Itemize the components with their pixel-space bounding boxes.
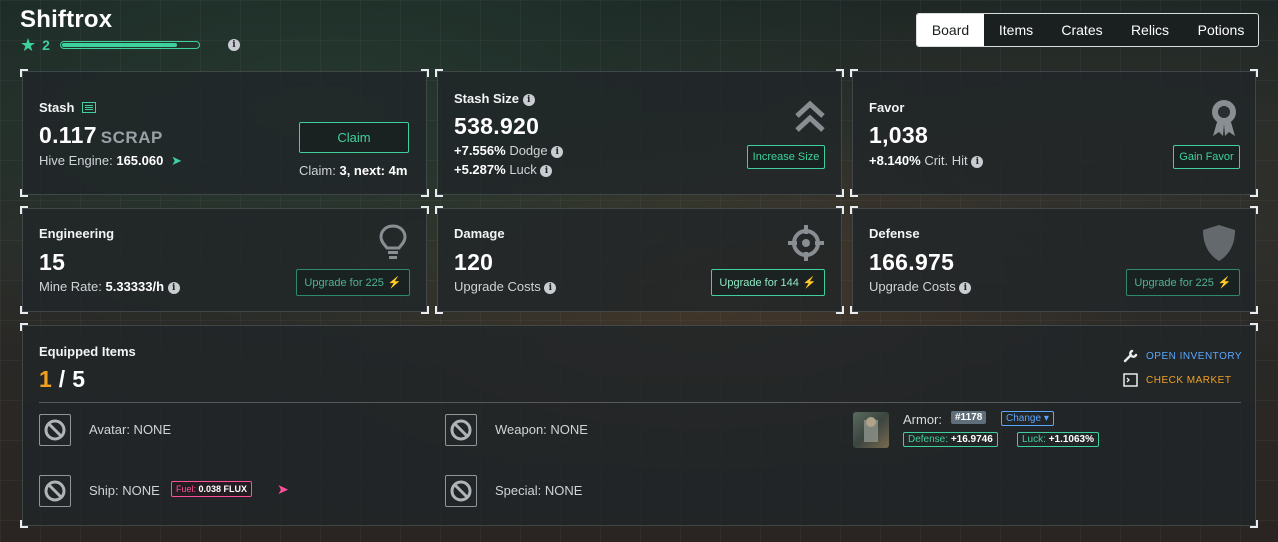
- gain-favor-button[interactable]: Gain Favor: [1173, 145, 1240, 169]
- favor-card: Favor 1,038 +8.140% Crit. Hit i Gain Fav…: [850, 69, 1258, 197]
- info-icon[interactable]: i: [959, 281, 972, 294]
- luck-line: +5.287% Luck i: [454, 162, 553, 177]
- tab-board[interactable]: Board: [917, 14, 984, 46]
- stash-size-card: Stash Size i 538.920 +7.556% Dodge i +5.…: [435, 69, 844, 197]
- mine-rate-line: Mine Rate: 5.33333/h i: [39, 279, 180, 294]
- damage-upgrade-costs: Upgrade Costs i: [454, 279, 557, 294]
- caret-down-icon: ▾: [1043, 413, 1049, 424]
- armor-label: Armor:: [903, 412, 942, 427]
- equipped-count: 1 / 5: [39, 366, 86, 392]
- info-icon[interactable]: i: [227, 39, 240, 51]
- shield-icon: [1203, 225, 1235, 261]
- tab-relics[interactable]: Relics: [1116, 14, 1184, 46]
- tab-crates[interactable]: Crates: [1048, 14, 1116, 46]
- engineering-label: Engineering: [39, 226, 115, 241]
- engineering-card: Engineering 15 Mine Rate: 5.33333/h i Up…: [20, 206, 429, 314]
- armor-id-badge: #1178: [951, 411, 987, 424]
- stash-size-label: Stash Size i: [454, 91, 535, 106]
- increase-size-button[interactable]: Increase Size: [747, 145, 825, 169]
- ship-slot-icon[interactable]: [39, 475, 71, 507]
- favor-value: 1,038: [869, 122, 929, 148]
- tab-items[interactable]: Items: [984, 14, 1048, 46]
- dodge-line: +7.556% Dodge i: [454, 143, 564, 158]
- hive-engine-line: Hive Engine: 165.060 ➤: [39, 153, 182, 168]
- engineering-value: 15: [39, 249, 66, 275]
- info-icon[interactable]: i: [540, 164, 553, 177]
- upgrade-damage-button[interactable]: Upgrade for 144 ⚡: [711, 269, 825, 296]
- stash-value: 0.117 SCRAP: [39, 122, 163, 148]
- divider: [39, 402, 1241, 403]
- ledger-icon: [82, 102, 97, 113]
- star-icon: ★: [20, 35, 37, 55]
- avatar-slot-icon[interactable]: [39, 414, 71, 446]
- fuel-badge: Fuel: 0.038 FLUX: [171, 481, 253, 497]
- upgrade-defense-button[interactable]: Upgrade for 225 ⚡: [1126, 269, 1240, 296]
- tab-potions[interactable]: Potions: [1184, 14, 1258, 46]
- crosshair-icon: [788, 225, 824, 261]
- flux-icon: ⚡: [802, 277, 817, 289]
- level-row: ★ 2 i: [20, 35, 240, 55]
- special-slot-text: Special: NONE: [495, 483, 583, 498]
- armor-defense-badge: Defense: +16.9746: [903, 432, 998, 447]
- stash-size-value: 538.920: [454, 113, 540, 139]
- ship-slot-text: Ship: NONE: [89, 483, 160, 498]
- defense-value: 166.975: [869, 249, 955, 275]
- armor-thumbnail[interactable]: [853, 412, 889, 448]
- info-icon[interactable]: i: [551, 145, 564, 158]
- award-icon: [1212, 100, 1236, 136]
- upgrade-engineering-button[interactable]: Upgrade for 225 ⚡: [296, 269, 410, 296]
- defense-upgrade-costs: Upgrade Costs i: [869, 279, 972, 294]
- defense-card: Defense 166.975 Upgrade Costs i Upgrade …: [850, 206, 1258, 314]
- info-icon[interactable]: i: [544, 281, 557, 294]
- damage-card: Damage 120 Upgrade Costs i Upgrade for 1…: [435, 206, 844, 314]
- send-fuel-icon[interactable]: ➤: [277, 481, 289, 498]
- terminal-icon: [1123, 373, 1138, 387]
- send-icon[interactable]: ➤: [171, 153, 182, 168]
- check-market-link[interactable]: CHECK MARKET: [1123, 373, 1231, 387]
- special-slot-icon[interactable]: [445, 475, 477, 507]
- player-name: Shiftrox: [20, 6, 113, 33]
- xp-progress-bar: [59, 41, 200, 49]
- crit-line: +8.140% Crit. Hit i: [869, 153, 984, 168]
- defense-label: Defense: [869, 226, 920, 241]
- nav-tabs: Board Items Crates Relics Potions: [916, 13, 1259, 47]
- weapon-slot-icon[interactable]: [445, 414, 477, 446]
- ban-icon: [450, 419, 472, 441]
- ban-icon: [450, 480, 472, 502]
- armor-luck-badge: Luck: +1.1063%: [1017, 432, 1100, 447]
- equipped-items-card: Equipped Items 1 / 5 OPEN INVENTORY CHEC…: [20, 323, 1258, 528]
- info-icon[interactable]: i: [971, 155, 984, 168]
- damage-label: Damage: [454, 226, 505, 241]
- info-icon[interactable]: i: [522, 93, 535, 106]
- change-armor-dropdown[interactable]: Change ▾: [1001, 411, 1054, 426]
- weapon-slot-text: Weapon: NONE: [495, 422, 588, 437]
- favor-label: Favor: [869, 100, 905, 115]
- avatar-slot-text: Avatar: NONE: [89, 422, 172, 437]
- flux-icon: ⚡: [387, 277, 402, 289]
- stash-card: Stash 0.117 SCRAP Hive Engine: 165.060 ➤ …: [20, 69, 429, 197]
- claim-info: Claim: 3, next: 4m: [299, 163, 408, 178]
- info-icon[interactable]: i: [167, 281, 180, 294]
- lightbulb-icon: [379, 224, 407, 259]
- claim-button[interactable]: Claim: [299, 122, 409, 153]
- level-number: 2: [42, 37, 50, 53]
- flux-icon: ⚡: [1217, 277, 1232, 289]
- stash-label: Stash: [39, 100, 97, 115]
- ban-icon: [44, 419, 66, 441]
- wrench-icon: [1123, 349, 1138, 363]
- double-chevron-up-icon: [795, 100, 825, 132]
- open-inventory-link[interactable]: OPEN INVENTORY: [1123, 349, 1242, 363]
- ban-icon: [44, 480, 66, 502]
- equipped-items-label: Equipped Items: [39, 344, 136, 359]
- damage-value: 120: [454, 249, 494, 275]
- xp-progress-fill: [61, 43, 178, 47]
